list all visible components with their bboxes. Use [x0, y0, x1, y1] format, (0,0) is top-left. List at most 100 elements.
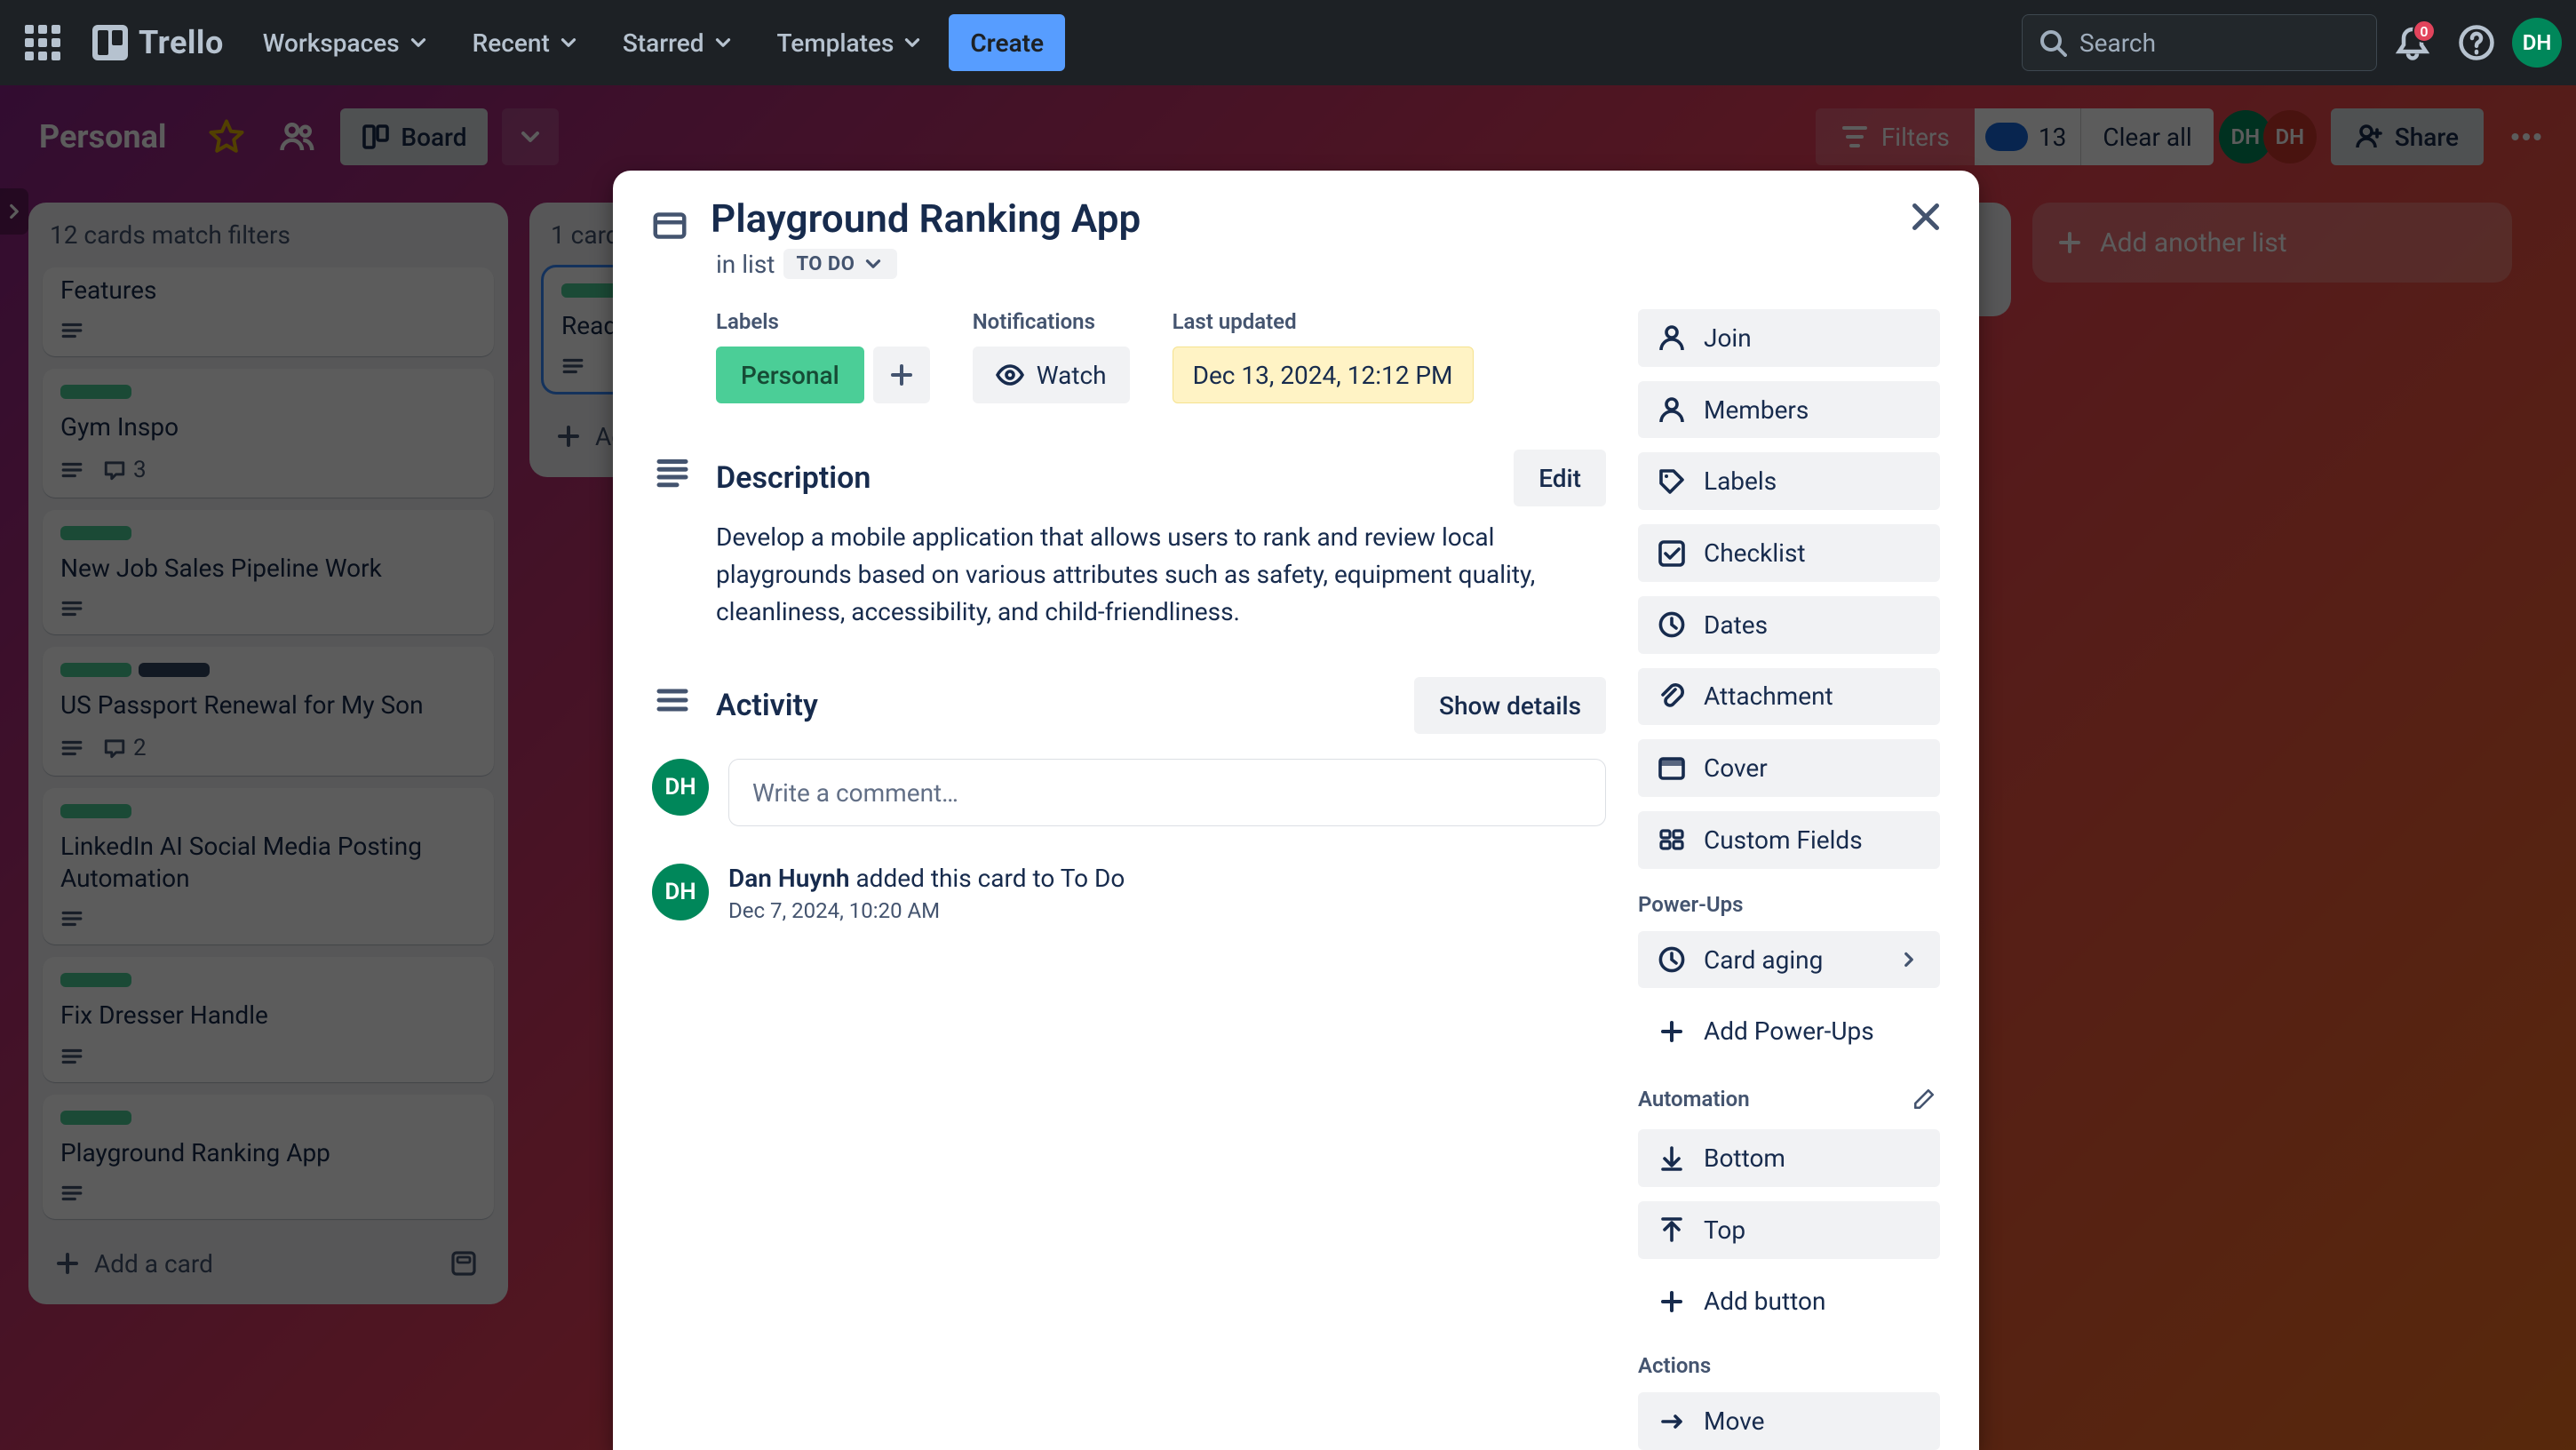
- comment-placeholder: Write a comment…: [752, 778, 958, 808]
- chevron-down-icon: [557, 31, 580, 54]
- activity-user: Dan Huynh: [728, 864, 850, 893]
- attachment-button[interactable]: Attachment: [1638, 668, 1940, 726]
- move-icon: [1658, 1407, 1686, 1436]
- pencil-icon: [1912, 1088, 1936, 1111]
- list-pill[interactable]: TO DO: [783, 249, 897, 279]
- card-title[interactable]: Playground Ranking App: [711, 195, 1940, 242]
- modal-close-button[interactable]: [1901, 192, 1951, 242]
- add-button-label: Add button: [1704, 1287, 1825, 1316]
- menu-starred-label: Starred: [623, 28, 704, 58]
- notifications-group: Notifications Watch: [973, 309, 1130, 403]
- show-details-label: Show details: [1439, 691, 1581, 721]
- move-button[interactable]: Move: [1638, 1392, 1940, 1450]
- card-side-panel: Join Members Labels Checklist: [1638, 309, 1940, 1450]
- chevron-right-icon: [1897, 948, 1920, 971]
- checklist-label: Checklist: [1704, 538, 1806, 568]
- help-button[interactable]: [2448, 14, 2505, 71]
- close-icon: [1908, 199, 1944, 235]
- clock-icon: [1658, 610, 1686, 639]
- move-label: Move: [1704, 1406, 1764, 1436]
- user-icon: [1658, 323, 1686, 352]
- last-updated-group: Last updated Dec 13, 2024, 12:12 PM: [1173, 309, 1474, 403]
- members-label: Members: [1704, 395, 1809, 425]
- custom-fields-icon: [1658, 825, 1686, 854]
- activity-icon: [655, 682, 690, 718]
- menu-recent-label: Recent: [473, 28, 550, 58]
- members-button[interactable]: Members: [1638, 381, 1940, 439]
- comment-input[interactable]: Write a comment…: [728, 759, 1606, 826]
- card-modal: Playground Ranking App in list TO DO Lab…: [613, 171, 1979, 1450]
- arrow-top-icon: [1658, 1215, 1686, 1244]
- clock-icon: [1658, 945, 1686, 974]
- arrow-bottom-icon: [1658, 1144, 1686, 1173]
- menu-starred[interactable]: Starred: [605, 14, 752, 71]
- description-title: Description: [716, 460, 1514, 496]
- labels-title: Labels: [716, 309, 930, 334]
- card-aging-button[interactable]: Card aging: [1638, 931, 1940, 989]
- add-power-ups-label: Add Power-Ups: [1704, 1016, 1874, 1046]
- add-button-button[interactable]: Add button: [1638, 1273, 1940, 1331]
- labels-button[interactable]: Labels: [1638, 452, 1940, 510]
- menu-templates[interactable]: Templates: [759, 14, 942, 71]
- in-list-prefix: in list: [716, 250, 775, 279]
- bottom-label: Bottom: [1704, 1143, 1785, 1173]
- create-button[interactable]: Create: [949, 14, 1065, 71]
- checklist-button[interactable]: Checklist: [1638, 524, 1940, 582]
- in-list-row: in list TO DO: [716, 249, 1940, 279]
- label-chip-personal[interactable]: Personal: [716, 347, 864, 403]
- cover-label: Cover: [1704, 753, 1768, 783]
- automation-top-button[interactable]: Top: [1638, 1201, 1940, 1259]
- custom-fields-button[interactable]: Custom Fields: [1638, 811, 1940, 869]
- add-power-ups-button[interactable]: Add Power-Ups: [1638, 1002, 1940, 1060]
- plus-icon: [1658, 1287, 1686, 1316]
- trello-logo[interactable]: Trello: [78, 24, 238, 61]
- show-details-button[interactable]: Show details: [1414, 677, 1606, 734]
- watch-button[interactable]: Watch: [973, 347, 1130, 403]
- menu-recent[interactable]: Recent: [455, 14, 598, 71]
- top-label: Top: [1704, 1215, 1745, 1245]
- dates-label: Dates: [1704, 610, 1768, 640]
- join-button[interactable]: Join: [1638, 309, 1940, 367]
- edit-description-button[interactable]: Edit: [1514, 450, 1606, 506]
- chevron-down-icon: [901, 31, 924, 54]
- avatar: DH: [652, 759, 709, 816]
- account-avatar[interactable]: DH: [2512, 18, 2562, 68]
- cover-button[interactable]: Cover: [1638, 739, 1940, 797]
- add-label-button[interactable]: [873, 347, 930, 403]
- activity-entry: DH Dan Huynh added this card to To Do De…: [652, 864, 1606, 923]
- menu-workspaces[interactable]: Workspaces: [245, 14, 448, 71]
- attachment-icon: [1658, 682, 1686, 711]
- last-updated-value: Dec 13, 2024, 12:12 PM: [1173, 347, 1474, 403]
- chevron-down-icon: [407, 31, 430, 54]
- user-icon: [1658, 395, 1686, 424]
- card-icon: [652, 208, 688, 243]
- list-name: TO DO: [796, 253, 855, 275]
- chevron-down-icon: [862, 252, 885, 275]
- activity-timestamp[interactable]: Dec 7, 2024, 10:20 AM: [728, 898, 1125, 923]
- search-input[interactable]: Search: [2022, 14, 2377, 71]
- trello-logo-text: Trello: [139, 24, 224, 61]
- labels-group: Labels Personal: [716, 309, 930, 403]
- trello-logo-icon: [92, 25, 128, 60]
- activity-text: Dan Huynh added this card to To Do: [728, 864, 1125, 893]
- edit-label: Edit: [1538, 464, 1581, 493]
- plus-icon: [1658, 1017, 1686, 1046]
- automation-title: Automation: [1638, 1083, 1940, 1115]
- automation-bottom-button[interactable]: Bottom: [1638, 1129, 1940, 1187]
- description-section: Description Edit Develop a mobile applic…: [652, 450, 1606, 631]
- comment-input-row: DH Write a comment…: [652, 759, 1606, 826]
- notifications-button[interactable]: 0: [2384, 14, 2441, 71]
- notification-badge: 0: [2413, 20, 2436, 43]
- global-header: Trello Workspaces Recent Starred Templat…: [0, 0, 2576, 85]
- automation-edit-button[interactable]: [1908, 1083, 1940, 1115]
- plus-icon: [887, 361, 916, 389]
- custom-fields-label: Custom Fields: [1704, 825, 1863, 855]
- apps-launcher[interactable]: [14, 14, 71, 71]
- description-text[interactable]: Develop a mobile application that allows…: [716, 519, 1606, 631]
- chevron-down-icon: [712, 31, 735, 54]
- dates-button[interactable]: Dates: [1638, 596, 1940, 654]
- eye-icon: [996, 361, 1024, 389]
- search-placeholder: Search: [2079, 28, 2156, 58]
- search-icon: [2039, 28, 2067, 57]
- activity-section: Activity Show details: [652, 677, 1606, 734]
